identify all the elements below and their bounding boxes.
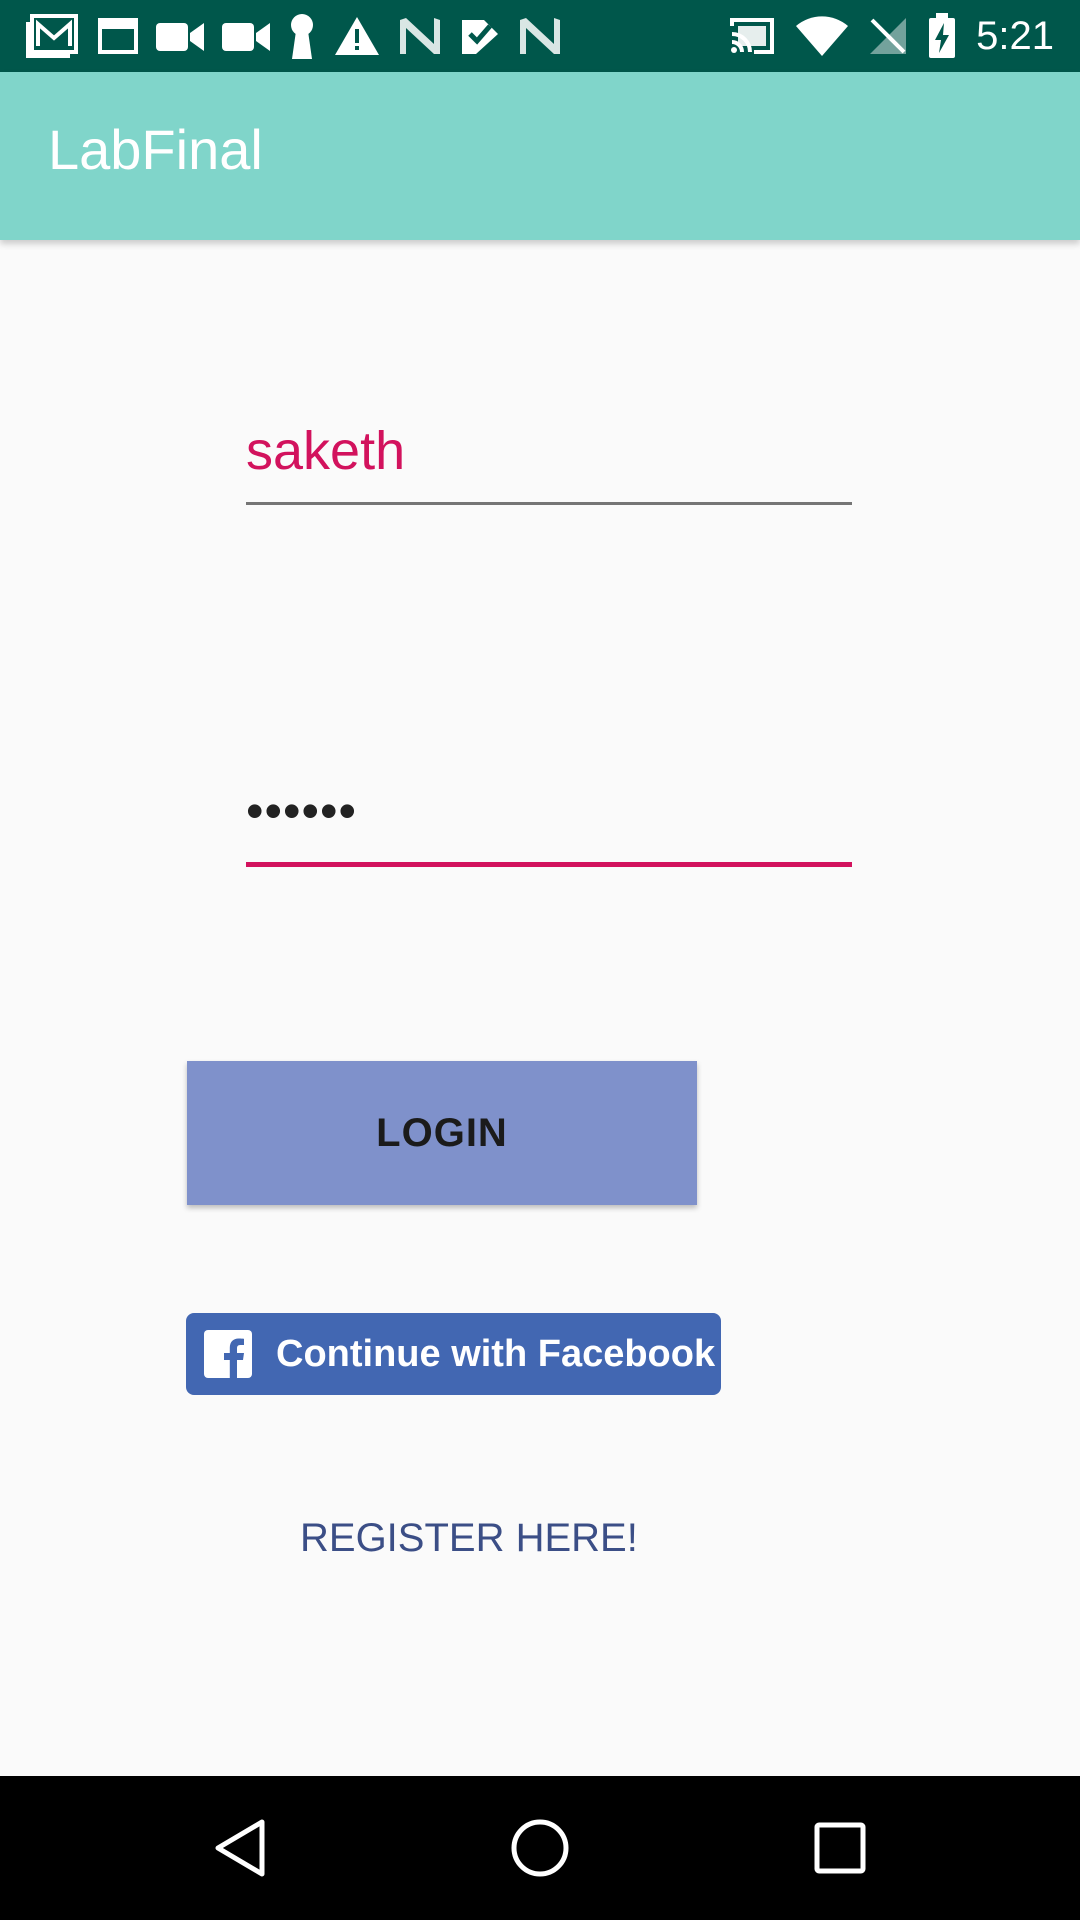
status-time: 5:21: [976, 13, 1054, 58]
no-signal-icon: [870, 18, 907, 54]
cast-icon: [730, 18, 775, 54]
password-field[interactable]: ••••••: [246, 786, 852, 867]
n-icon: [520, 18, 560, 54]
recents-button[interactable]: [804, 1812, 876, 1884]
register-link[interactable]: REGISTER HERE!: [300, 1516, 638, 1561]
wifi-icon: [796, 16, 849, 56]
home-icon: [511, 1819, 569, 1877]
n-icon: [400, 18, 440, 54]
check-icon: [462, 20, 498, 54]
facebook-login-button[interactable]: Continue with Facebook: [186, 1313, 721, 1395]
status-bar: 5:21: [0, 0, 1080, 72]
username-field[interactable]: saketh: [246, 424, 852, 505]
navigation-bar: [0, 1776, 1080, 1920]
notification-icons: [26, 12, 562, 60]
window-icon: [98, 18, 138, 54]
app-bar: LabFinal: [0, 72, 1080, 240]
system-icons: 5:21: [728, 12, 1054, 60]
login-button[interactable]: LOGIN: [187, 1061, 697, 1205]
warning-icon: [335, 17, 379, 55]
gmail-icon: [26, 14, 78, 58]
video-icon: [156, 23, 204, 51]
password-underline: [246, 862, 852, 867]
facebook-icon: [204, 1330, 252, 1378]
video-icon: [222, 23, 270, 51]
facebook-button-label: Continue with Facebook: [276, 1332, 716, 1375]
app-title: LabFinal: [48, 118, 263, 181]
keyhole-icon: [291, 14, 313, 59]
home-button[interactable]: [504, 1812, 576, 1884]
back-icon: [215, 1819, 265, 1877]
username-value: saketh: [246, 421, 406, 481]
back-button[interactable]: [204, 1812, 276, 1884]
recents-icon: [814, 1822, 866, 1874]
battery-charging-icon: [929, 13, 956, 58]
password-value: ••••••: [246, 783, 358, 839]
username-underline: [246, 502, 852, 505]
